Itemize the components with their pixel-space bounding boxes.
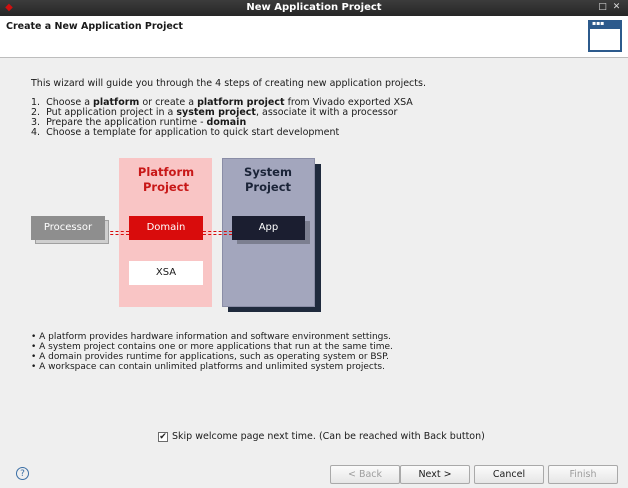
next-button[interactable]: Next > xyxy=(400,465,470,484)
domain-app-link xyxy=(203,231,232,232)
info-bullets: • A platform provides hardware informati… xyxy=(31,332,393,372)
app-block: App xyxy=(232,216,305,240)
close-icon[interactable]: ✕ xyxy=(611,2,622,13)
step-text: Choose a template for application to qui… xyxy=(46,127,340,138)
intro-text: This wizard will guide you through the 4… xyxy=(31,78,426,89)
bullet-item: • A domain provides runtime for applicat… xyxy=(31,352,390,362)
processor-block: Processor xyxy=(31,216,105,240)
window-title: New Application Project xyxy=(246,2,382,13)
back-button[interactable]: < Back xyxy=(330,465,400,484)
wizard-window-icon xyxy=(588,20,622,52)
skip-welcome-option[interactable]: ✔ Skip welcome page next time. (Can be r… xyxy=(158,431,485,442)
wizard-page-title: Create a New Application Project xyxy=(6,21,183,32)
help-icon[interactable]: ? xyxy=(16,467,29,480)
finish-button[interactable]: Finish xyxy=(548,465,618,484)
maximize-icon[interactable]: □ xyxy=(597,2,608,13)
bullet-item: • A workspace can contain unlimited plat… xyxy=(31,362,385,372)
bullet-item: • A system project contains one or more … xyxy=(31,342,393,352)
cancel-button[interactable]: Cancel xyxy=(474,465,544,484)
bullet-item: • A platform provides hardware informati… xyxy=(31,332,391,342)
platform-project-title: Platform Project xyxy=(137,165,195,194)
domain-app-link-2 xyxy=(203,234,232,235)
step-text: , associate it with a processor xyxy=(255,107,398,118)
xsa-block: XSA xyxy=(129,261,203,285)
step-item: 4. Choose a template for application to … xyxy=(31,128,413,138)
wizard-header: Create a New Application Project xyxy=(0,16,628,58)
title-bar: ◆ New Application Project □ ✕ xyxy=(0,0,628,16)
skip-welcome-checkbox[interactable]: ✔ xyxy=(158,431,168,442)
app-logo-icon: ◆ xyxy=(5,2,13,13)
system-project-title: System Project xyxy=(244,165,292,194)
step-number: 4. xyxy=(31,127,47,138)
steps-list: 1. Choose a platform or create a platfor… xyxy=(31,98,413,138)
domain-block: Domain xyxy=(129,216,203,240)
skip-welcome-label[interactable]: Skip welcome page next time. (Can be rea… xyxy=(172,431,485,442)
